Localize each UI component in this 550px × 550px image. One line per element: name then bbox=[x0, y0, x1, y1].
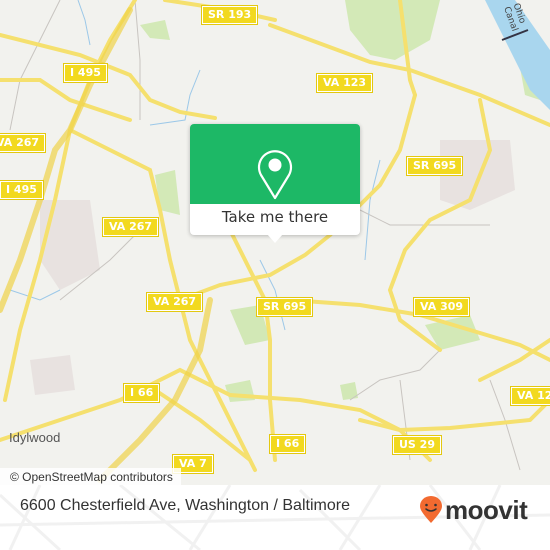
route-shield-i66: I 66 bbox=[122, 383, 161, 403]
popup-card: Take me there bbox=[190, 124, 360, 235]
moovit-logo[interactable]: moovit bbox=[419, 494, 528, 525]
route-shield-sr695: SR 695 bbox=[255, 297, 314, 317]
route-shield-sr695: SR 695 bbox=[405, 156, 464, 176]
route-shield-i66: I 66 bbox=[268, 434, 307, 454]
map-canvas[interactable]: SR 193 I 495 VA 123 VA 267 SR 695 I 495 … bbox=[0, 0, 550, 485]
route-shield-sr193: SR 193 bbox=[200, 5, 259, 25]
attribution-text: © OpenStreetMap contributors bbox=[10, 470, 173, 484]
route-shield-va267: VA 267 bbox=[101, 217, 160, 237]
route-shield-us29: US 29 bbox=[392, 435, 442, 455]
route-shield-va123: VA 123 bbox=[315, 73, 374, 93]
route-shield-va309: VA 309 bbox=[412, 297, 471, 317]
popup-pointer bbox=[267, 234, 283, 243]
destination-popup: Take me there bbox=[190, 124, 360, 243]
location-pin-icon bbox=[257, 150, 293, 200]
moovit-wordmark: moovit bbox=[445, 494, 528, 525]
route-shield-va267: VA 267 bbox=[145, 292, 204, 312]
footer-bar: 6600 Chesterfield Ave, Washington / Balt… bbox=[0, 485, 550, 550]
popup-header bbox=[190, 124, 360, 204]
route-shield-i495: I 495 bbox=[0, 180, 44, 200]
route-shield-va120: VA 120 bbox=[509, 386, 550, 406]
map-attribution[interactable]: © OpenStreetMap contributors bbox=[0, 468, 181, 485]
moovit-pin-icon bbox=[420, 496, 442, 523]
place-label-idylwood: Idylwood bbox=[9, 430, 61, 445]
route-shield-va267: VA 267 bbox=[0, 133, 47, 153]
take-me-there-button[interactable]: Take me there bbox=[190, 208, 360, 226]
route-shield-i495: I 495 bbox=[63, 63, 108, 83]
destination-address: 6600 Chesterfield Ave, Washington / Balt… bbox=[20, 497, 350, 514]
